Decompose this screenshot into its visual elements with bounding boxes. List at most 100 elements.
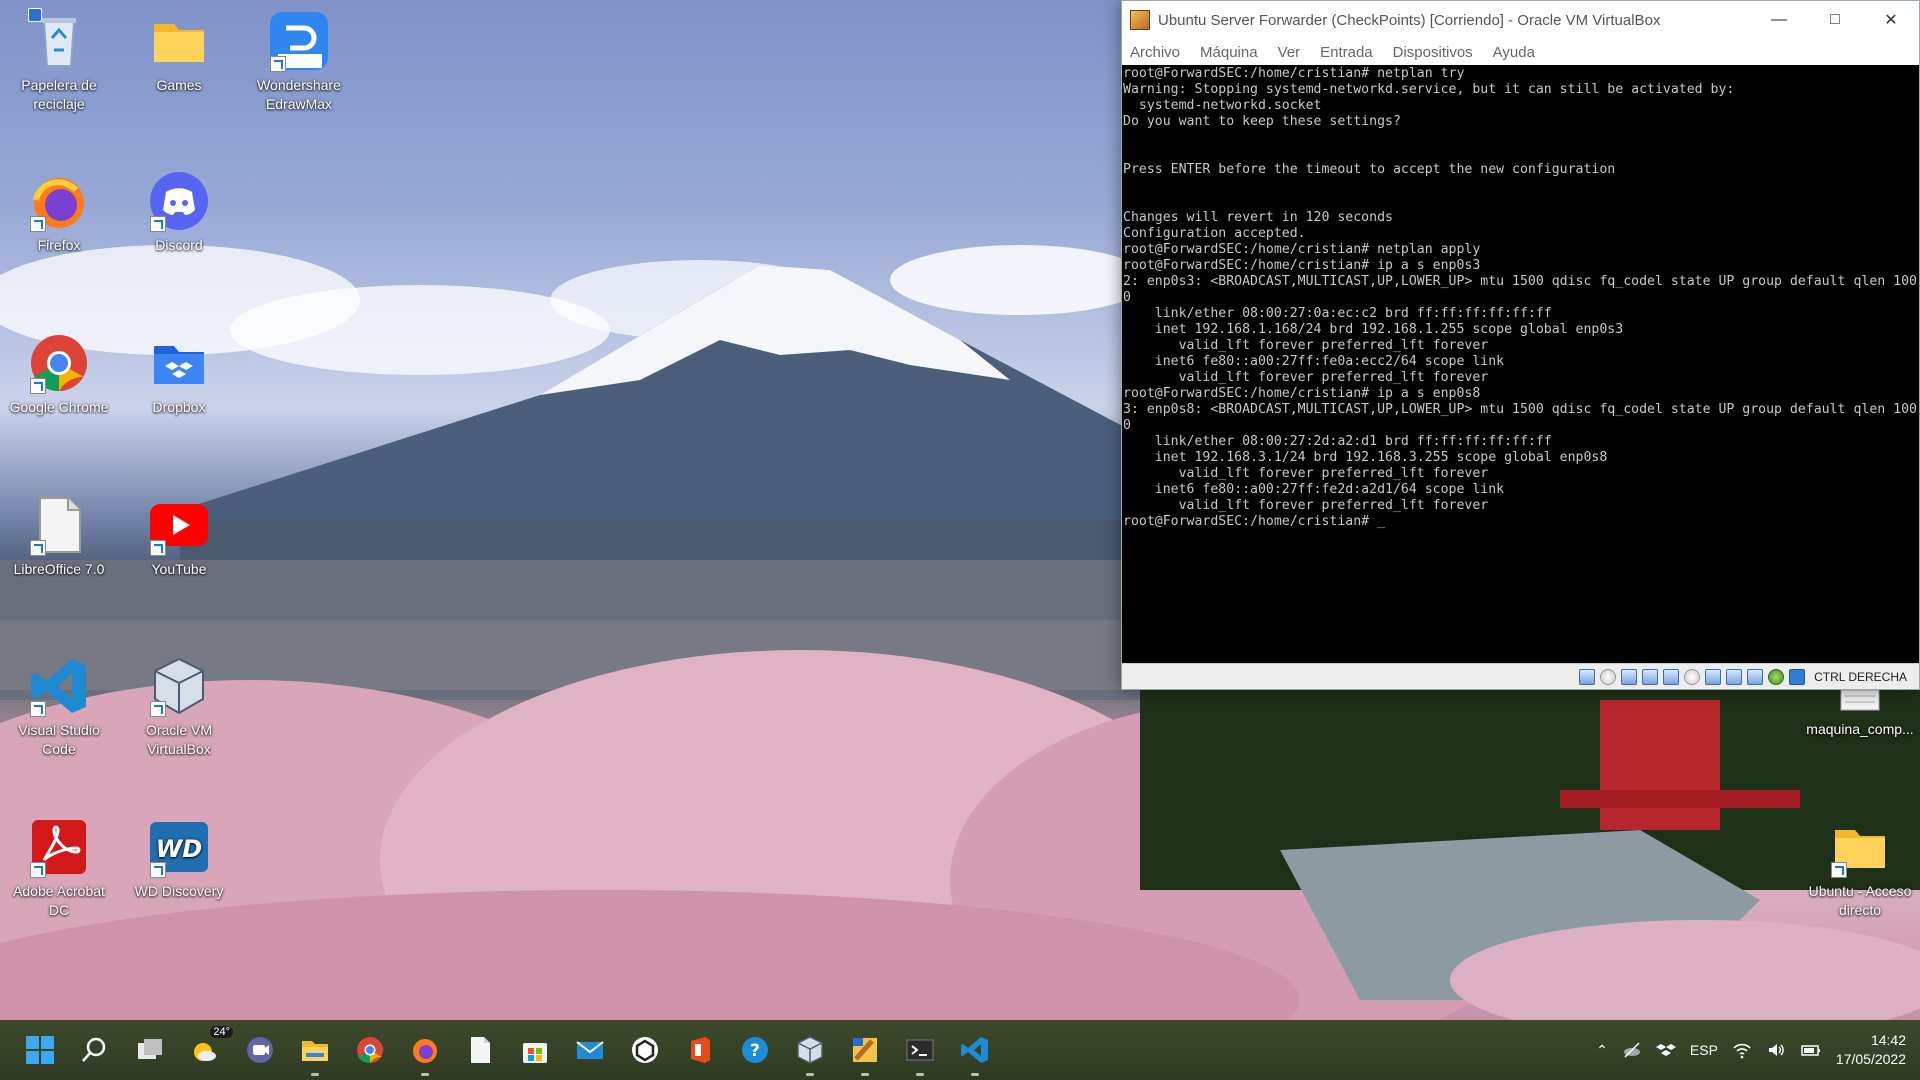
document-icon <box>1829 689 1891 714</box>
video-capture-icon[interactable] <box>1726 668 1743 685</box>
console-line: 2: enp0s3: <BROADCAST,MULTICAST,UP,LOWER… <box>1123 274 1917 289</box>
taskbar-teams[interactable] <box>240 1030 280 1070</box>
desktop-icon-label: Discord <box>155 237 203 253</box>
console-line: link/ether 08:00:27:2d:a2:d1 brd ff:ff:f… <box>1123 434 1552 449</box>
show-hidden-icons-chevron-icon[interactable]: ⌃ <box>1596 1042 1608 1059</box>
desktop-icon-label: Papelera de reciclaje <box>21 77 97 112</box>
desktop-icon-chrome[interactable]: Google Chrome <box>4 332 114 417</box>
taskbar-help[interactable]: ? <box>735 1030 775 1070</box>
desktop-icon-label: Adobe Acrobat DC <box>13 883 105 918</box>
office-icon <box>691 1037 710 1063</box>
desktop-icon-acrobat[interactable]: Adobe Acrobat DC <box>4 816 114 920</box>
folder-icon <box>1829 816 1891 878</box>
desktop-icon-wd-discovery[interactable]: WD WD Discovery <box>124 816 234 901</box>
menu-maquina[interactable]: Máquina <box>1200 44 1258 61</box>
svg-text:WD: WD <box>156 835 202 863</box>
hard-disk-icon[interactable] <box>1579 668 1596 685</box>
desktop-icon-maquina[interactable]: maquina_comp... <box>1804 689 1916 739</box>
close-button[interactable]: ✕ <box>1863 1 1919 39</box>
taskbar-file-explorer[interactable] <box>295 1030 335 1076</box>
host-key-label: CTRL DERECHA <box>1814 669 1907 684</box>
console-line: inet 192.168.3.1/24 brd 192.168.3.255 sc… <box>1123 450 1608 465</box>
desktop-icon-ubuntu-shortcut[interactable]: Ubuntu - Acceso directo <box>1804 816 1916 920</box>
taskbar-firefox[interactable] <box>405 1030 445 1076</box>
desktop-icon-firefox[interactable]: Firefox <box>4 170 114 255</box>
window-titlebar[interactable]: Ubuntu Server Forwarder (CheckPoints) [C… <box>1122 1 1919 39</box>
desktop-icon-edrawmax[interactable]: Wondershare EdrawMax <box>244 10 354 114</box>
volume-icon[interactable] <box>1766 1040 1786 1060</box>
chrome-icon <box>28 332 90 394</box>
desktop-icon-games[interactable]: Games <box>124 10 234 95</box>
console-line: Press ENTER before the timeout to accept… <box>1123 162 1616 177</box>
mouse-integration-icon[interactable] <box>1789 668 1806 685</box>
console-line: valid_lft forever preferred_lft forever <box>1123 370 1489 385</box>
weather-widget[interactable]: 24° <box>185 1026 233 1070</box>
desktop-icon-libreoffice[interactable]: LibreOffice 7.0 <box>4 494 114 579</box>
desktop-icon-label: Firefox <box>37 237 81 253</box>
store-icon <box>523 1043 547 1063</box>
desktop-icon-dropbox[interactable]: Dropbox <box>124 332 234 417</box>
taskbar: 24° ? ⌃ ESP 14:42 17/05/2022 <box>0 1020 1920 1080</box>
taskbar-mail[interactable] <box>570 1030 610 1070</box>
taskbar-chrome[interactable] <box>350 1030 390 1070</box>
taskbar-notepad[interactable] <box>460 1030 500 1070</box>
minimize-button[interactable]: — <box>1751 1 1807 39</box>
taskbar-terminal[interactable] <box>900 1030 940 1076</box>
console-line: link/ether 08:00:27:0a:ec:c2 brd ff:ff:f… <box>1123 306 1552 321</box>
vm-console[interactable]: root@ForwardSEC:/home/cristian# netplan … <box>1122 65 1919 665</box>
taskbar-unity-hub[interactable] <box>625 1030 665 1070</box>
taskbar-vscode[interactable] <box>955 1030 995 1076</box>
dropbox-icon[interactable] <box>1655 1040 1676 1060</box>
firefox-icon <box>413 1039 437 1063</box>
menu-ayuda[interactable]: Ayuda <box>1493 44 1535 61</box>
menu-dispositivos[interactable]: Dispositivos <box>1393 44 1473 61</box>
onedrive-icon[interactable] <box>1622 1040 1642 1060</box>
desktop-icon-label: Visual Studio Code <box>18 722 100 757</box>
taskbar-store[interactable] <box>515 1030 555 1070</box>
console-line: 0 <box>1123 290 1131 305</box>
weather-sun-icon <box>194 1043 216 1061</box>
dropbox-icon <box>148 332 210 394</box>
desktop-icon-virtualbox[interactable]: Oracle VM VirtualBox <box>124 655 234 759</box>
desktop-icon-youtube[interactable]: YouTube <box>124 494 234 579</box>
console-line: valid_lft forever preferred_lft forever <box>1123 338 1489 353</box>
guest-additions-icon[interactable] <box>1768 668 1785 685</box>
taskbar-virtualbox-manager[interactable] <box>790 1030 830 1076</box>
battery-icon[interactable] <box>1800 1040 1822 1060</box>
desktop-icon-discord[interactable]: Discord <box>124 170 234 255</box>
menu-ver[interactable]: Ver <box>1278 44 1301 61</box>
document-icon <box>471 1037 490 1063</box>
language-indicator[interactable]: ESP <box>1690 1042 1718 1058</box>
clock-date: 17/05/2022 <box>1835 1051 1906 1067</box>
taskbar-virtualbox-vm[interactable] <box>845 1030 885 1076</box>
search-button[interactable] <box>75 1030 115 1070</box>
display-icon[interactable] <box>1705 668 1722 685</box>
menu-entrada[interactable]: Entrada <box>1320 44 1373 61</box>
network-icon[interactable] <box>1642 668 1659 685</box>
desktop-icon-vscode[interactable]: Visual Studio Code <box>4 655 114 759</box>
start-button[interactable] <box>20 1030 60 1070</box>
cpu-icon[interactable] <box>1747 668 1764 685</box>
audio-icon[interactable] <box>1621 668 1638 685</box>
optical-drive-icon[interactable] <box>1600 668 1617 685</box>
firefox-icon <box>28 170 90 232</box>
menu-archivo[interactable]: Archivo <box>1130 44 1180 61</box>
console-line: inet6 fe80::a00:27ff:fe2d:a2d1/64 scope … <box>1123 482 1505 497</box>
window-title: Ubuntu Server Forwarder (CheckPoints) [C… <box>1158 11 1661 29</box>
desktop-icon-recycle-bin[interactable]: Papelera de reciclaje <box>4 8 114 114</box>
shared-folders-icon[interactable] <box>1684 668 1701 685</box>
desktop-icon-label: Wondershare EdrawMax <box>257 77 341 112</box>
task-view-button[interactable] <box>130 1030 170 1070</box>
recycle-bin-icon <box>28 8 90 72</box>
console-line: root@ForwardSEC:/home/cristian# netplan … <box>1123 242 1481 257</box>
usb-icon[interactable] <box>1663 668 1680 685</box>
taskbar-office[interactable] <box>680 1030 720 1070</box>
task-view-icon <box>138 1039 162 1059</box>
clock[interactable]: 14:42 17/05/2022 <box>1836 1031 1906 1069</box>
wifi-icon[interactable] <box>1732 1040 1752 1060</box>
virtualbox-window[interactable]: Ubuntu Server Forwarder (CheckPoints) [C… <box>1121 0 1920 690</box>
maximize-button[interactable]: □ <box>1807 1 1863 39</box>
